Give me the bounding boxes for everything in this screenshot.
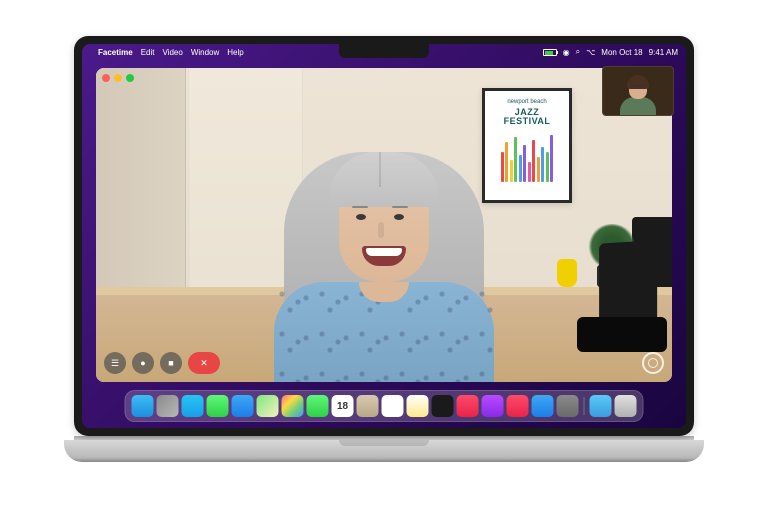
dock-mail-icon[interactable] (232, 395, 254, 417)
battery-icon[interactable] (543, 49, 557, 56)
app-menu[interactable]: Facetime (98, 48, 133, 57)
camera-button[interactable]: ■ (160, 352, 182, 374)
dock-finder-icon[interactable] (132, 395, 154, 417)
window-traffic-lights (102, 74, 134, 82)
menu-edit[interactable]: Edit (141, 48, 155, 57)
poster-supertitle: newport beach (507, 99, 546, 106)
search-icon[interactable]: ⌕ (576, 47, 580, 57)
dock-trash-icon[interactable] (615, 395, 637, 417)
dock-facetime-icon[interactable] (307, 395, 329, 417)
macbook-pro: Facetime Edit Video Window Help ◉ ⌕ ⌥ Mo… (64, 36, 704, 476)
dock-news-icon[interactable] (507, 395, 529, 417)
dock-messages-icon[interactable] (207, 395, 229, 417)
dock-podcasts-icon[interactable] (482, 395, 504, 417)
live-photo-button[interactable] (642, 352, 664, 374)
dock-music-icon[interactable] (457, 395, 479, 417)
menubar-date[interactable]: Mon Oct 18 (601, 48, 642, 57)
wifi-icon[interactable]: ◉ (563, 48, 570, 57)
dock-separator (584, 397, 585, 415)
fullscreen-button[interactable] (126, 74, 134, 82)
close-button[interactable] (102, 74, 110, 82)
menu-help[interactable]: Help (227, 48, 243, 57)
screen-bezel: Facetime Edit Video Window Help ◉ ⌕ ⌥ Mo… (74, 36, 694, 436)
remote-video-feed: newport beach JAZZ FESTIVAL (96, 68, 672, 382)
dock-tv-icon[interactable] (432, 395, 454, 417)
dock-calendar-icon[interactable]: 18 (332, 395, 354, 417)
dock-downloads-icon[interactable] (590, 395, 612, 417)
menu-window[interactable]: Window (191, 48, 219, 57)
control-center-icon[interactable]: ⌥ (586, 48, 595, 57)
dock-maps-icon[interactable] (257, 395, 279, 417)
dock-settings-icon[interactable] (557, 395, 579, 417)
dock-reminders-icon[interactable] (382, 395, 404, 417)
remote-participant (244, 122, 524, 382)
dock-launchpad-icon[interactable] (157, 395, 179, 417)
laptop-base (64, 440, 704, 462)
dock-appstore-icon[interactable] (532, 395, 554, 417)
facetime-call-window: newport beach JAZZ FESTIVAL (96, 68, 672, 382)
menubar-time[interactable]: 9:41 AM (649, 48, 678, 57)
menu-video[interactable]: Video (162, 48, 182, 57)
display-notch (339, 44, 429, 58)
mute-button[interactable]: ● (132, 352, 154, 374)
dock: 18 (125, 390, 644, 422)
desktop: Facetime Edit Video Window Help ◉ ⌕ ⌥ Mo… (82, 44, 686, 428)
dock-photos-icon[interactable] (282, 395, 304, 417)
call-controls: ☰ ● ■ ✕ (104, 352, 220, 374)
dock-contacts-icon[interactable] (357, 395, 379, 417)
end-call-button[interactable]: ✕ (188, 352, 220, 374)
dock-notes-icon[interactable] (407, 395, 429, 417)
sidebar-toggle-button[interactable]: ☰ (104, 352, 126, 374)
dock-safari-icon[interactable] (182, 395, 204, 417)
self-view-pip[interactable] (602, 66, 674, 116)
minimize-button[interactable] (114, 74, 122, 82)
